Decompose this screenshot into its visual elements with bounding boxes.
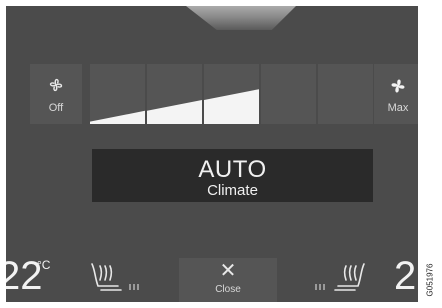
fan-level-5[interactable] [318,64,373,124]
climate-screen: Off Max AUTO Climate 22 °C ✕ Close 2 [6,6,418,302]
top-light-indicator [186,6,296,30]
temperature-unit: °C [37,258,51,272]
fan-off-label: Off [48,102,64,114]
fan-off-button[interactable]: Off [30,64,82,124]
seat-heat-left-icon[interactable] [88,260,150,294]
auto-label: AUTO [198,156,267,183]
close-label: Close [215,284,241,295]
reference-code-text: G051976 [425,263,435,297]
fan-filled-icon [391,79,405,93]
temperature-right[interactable]: 22 [394,256,418,296]
fan-level-1[interactable] [90,64,145,124]
fan-level-4[interactable] [261,64,316,124]
fan-max-label: Max [387,102,409,114]
fan-outline-icon [49,78,63,92]
close-icon: ✕ [219,260,237,282]
bottom-bar: 22 °C ✕ Close 2 [6,252,418,302]
close-button[interactable]: ✕ Close [179,258,277,302]
seat-heat-right-icon[interactable] [306,260,368,294]
reference-code: G051976 [418,258,442,302]
fan-level-3[interactable] [204,64,259,124]
fan-max-button[interactable]: Max [374,64,418,124]
fan-speed-row: Off Max [30,64,418,124]
fan-level-2[interactable] [147,64,202,124]
climate-label: Climate [207,182,258,199]
auto-climate-button[interactable]: AUTO Climate [92,149,373,202]
